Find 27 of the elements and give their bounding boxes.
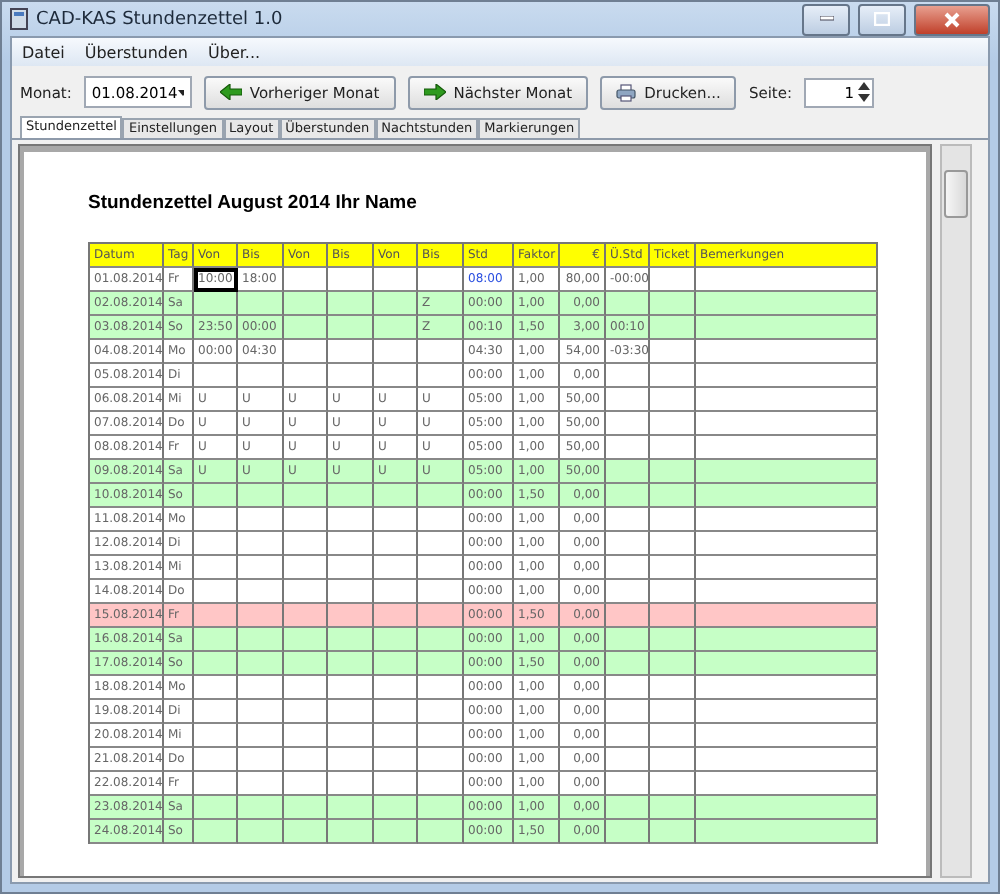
table-cell xyxy=(418,820,464,844)
menu-item[interactable]: Über... xyxy=(208,43,261,61)
close-button[interactable] xyxy=(914,3,990,35)
table-cell xyxy=(328,820,374,844)
maximize-button[interactable] xyxy=(858,3,906,35)
menu-item[interactable]: Datei xyxy=(22,43,65,61)
table-cell xyxy=(194,820,238,844)
arrow-right-icon xyxy=(423,84,446,100)
dropdown-arrow-icon xyxy=(177,89,184,95)
table-cell xyxy=(650,820,696,844)
sheet-title: Stundenzettel August 2014 Ihr Name xyxy=(88,192,419,214)
table-cell xyxy=(374,820,418,844)
window-title: CAD-KAS Stundenzettel 1.0 xyxy=(36,9,285,29)
table-cell xyxy=(238,820,284,844)
scrollbar-thumb[interactable] xyxy=(944,170,968,218)
menu-item[interactable]: Überstunden xyxy=(84,43,189,61)
table-cell xyxy=(606,820,650,844)
minimize-icon xyxy=(819,16,833,22)
printer-icon xyxy=(616,83,637,101)
table-cell xyxy=(284,820,328,844)
maximize-icon xyxy=(874,12,890,26)
spinner-arrows-icon xyxy=(857,82,870,102)
minimize-button[interactable] xyxy=(802,3,850,35)
arrow-left-icon xyxy=(219,84,242,100)
close-icon xyxy=(944,11,960,27)
scrollbar[interactable] xyxy=(940,144,972,878)
app-icon xyxy=(10,8,28,30)
